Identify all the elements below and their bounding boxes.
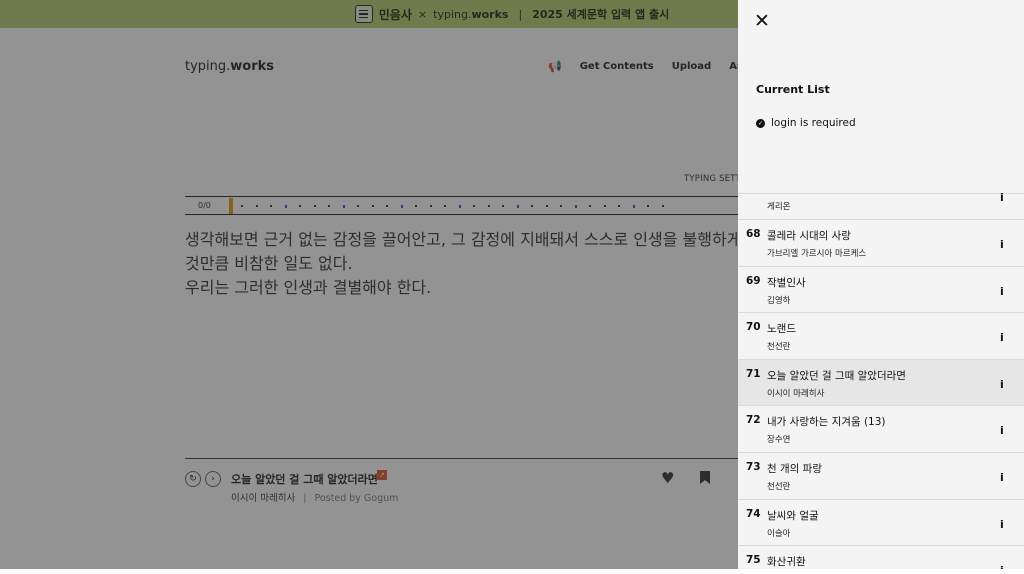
list-item[interactable]: 68 콜레라 시대의 사랑가브리엘 가르시아 마르케스 i (738, 220, 1024, 267)
list-item-title: 노랜드 (767, 323, 796, 336)
list-item[interactable]: 69 작별인사김영하 i (738, 266, 1024, 314)
check-circle-icon: ✓ (756, 118, 765, 128)
list-item-number: 72 (746, 414, 761, 427)
list-item-number: 71 (746, 367, 761, 380)
login-notice-text: login is required (771, 117, 856, 129)
list-item-number: 70 (746, 321, 761, 334)
list-item-number: 74 (746, 507, 761, 520)
list-item-author: 게리온 (767, 202, 791, 212)
list-item-author: 가브리엘 가르시아 마르케스 (767, 249, 867, 259)
list-item-author: 천선란 (767, 342, 791, 353)
list-item-title: 천 개의 파랑 (767, 462, 822, 475)
list-item[interactable]: 73 천 개의 파랑천선란 i (738, 452, 1024, 500)
info-icon[interactable]: i (1000, 518, 1004, 531)
list-item-author: 천선란 (767, 481, 791, 492)
close-icon[interactable]: ✕ (754, 12, 770, 31)
list-item-number: 69 (746, 274, 761, 287)
info-icon[interactable]: i (1000, 191, 1004, 204)
list-item-author: 김영하 (767, 295, 791, 306)
current-list-panel: ✕ Current List ✓ login is required 게리온 i 6… (738, 0, 1024, 574)
work-list: 게리온 i 68 콜레라 시대의 사랑가브리엘 가르시아 마르케스 i 69 작별인사김영하… (738, 191, 1024, 574)
login-notice: ✓ login is required (756, 117, 856, 129)
list-item-number: 68 (746, 228, 761, 240)
list-item-author: 이슬아 (767, 528, 791, 539)
list-item[interactable]: 74 날씨와 얼굴이슬아 i (738, 499, 1024, 547)
list-item-number: 75 (746, 554, 761, 567)
info-icon[interactable]: i (1000, 238, 1004, 251)
panel-heading: Current List (756, 83, 830, 96)
list-item-title: 콜레라 시대의 사랑 (767, 230, 851, 242)
list-item[interactable]: 게리온 i (738, 191, 1024, 220)
list-item-author: 장수연 (767, 435, 791, 446)
list-item-number: 73 (746, 460, 761, 473)
info-icon[interactable]: i (1000, 331, 1004, 344)
list-item-title: 화산귀환 (767, 556, 806, 569)
list-item-title: 오늘 알았던 걸 그때 알았더라면 (767, 369, 906, 382)
info-icon[interactable]: i (1000, 471, 1004, 484)
list-item[interactable]: 70 노랜드천선란 i (738, 313, 1024, 360)
list-item-title: 내가 사랑하는 지겨움 (13) (767, 416, 886, 429)
list-item-title: 작별인사 (767, 276, 806, 289)
info-icon[interactable]: i (1000, 378, 1004, 391)
list-item[interactable]: 72 내가 사랑하는 지겨움 (13) 장수연 i (738, 406, 1024, 453)
list-item-author: 이시이 마레히사 (767, 388, 825, 399)
list-item-title: 날씨와 얼굴 (767, 509, 819, 522)
info-icon[interactable]: i (1000, 285, 1004, 298)
page-bottom-edge (0, 569, 1024, 574)
list-item[interactable]: 71 오늘 알았던 걸 그때 알았더라면이시이 마레히사 i (738, 359, 1024, 407)
info-icon[interactable]: i (1000, 424, 1004, 437)
